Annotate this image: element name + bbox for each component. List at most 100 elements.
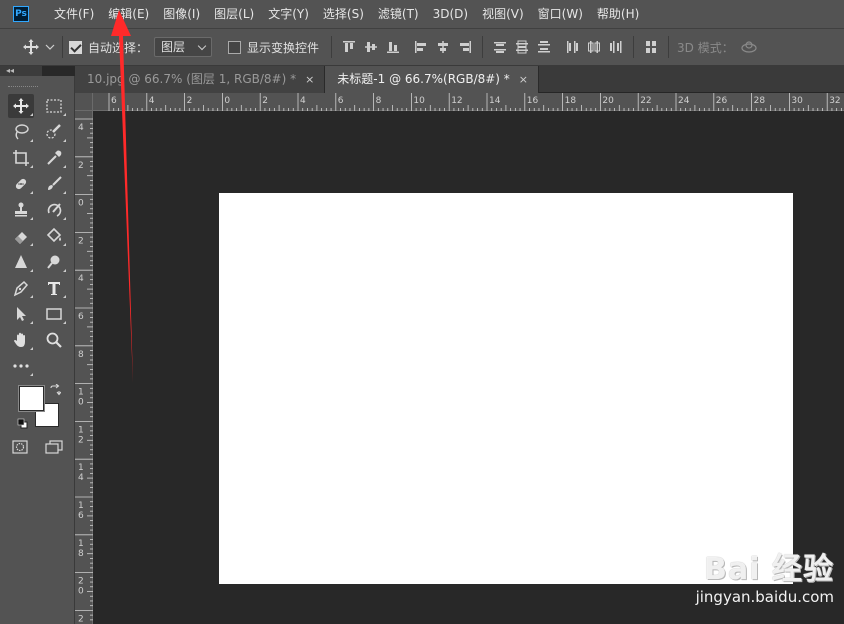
- document-canvas[interactable]: [219, 193, 793, 584]
- separator: [633, 36, 635, 58]
- 3d-orbit-icon[interactable]: [738, 36, 760, 58]
- hand-tool-icon[interactable]: [8, 328, 34, 352]
- healing-brush-tool-icon[interactable]: [8, 172, 34, 196]
- menu-3d[interactable]: 3D(D): [426, 0, 475, 28]
- separator: [62, 36, 63, 58]
- menu-image[interactable]: 图像(I): [156, 0, 207, 28]
- watermark-url: jingyan.baidu.com: [695, 588, 834, 606]
- ruler-label: 1: [78, 501, 84, 511]
- vertical-ruler[interactable]: 420246810121416182022: [75, 111, 93, 624]
- auto-select-checkbox[interactable]: [69, 40, 82, 54]
- ruler-origin[interactable]: [75, 93, 93, 111]
- ruler-label: 20: [602, 96, 614, 106]
- pen-tool-icon[interactable]: [8, 276, 34, 300]
- paint-bucket-tool-icon[interactable]: [41, 224, 67, 248]
- default-colors-icon[interactable]: [17, 418, 28, 429]
- marquee-tool-icon[interactable]: [41, 94, 67, 118]
- ruler-label: 4: [78, 123, 84, 133]
- toolbar-grip[interactable]: [8, 86, 38, 90]
- menu-bar: Ps 文件(F) 编辑(E) 图像(I) 图层(L) 文字(Y) 选择(S) 滤…: [0, 0, 844, 28]
- menu-window[interactable]: 窗口(W): [531, 0, 590, 28]
- close-icon[interactable]: ×: [519, 66, 528, 93]
- preset-dropdown-chevron-icon[interactable]: [44, 41, 56, 53]
- quick-mask-icon[interactable]: [11, 439, 29, 455]
- ruler-label: 1: [78, 539, 84, 549]
- show-transform-label: 显示变换控件: [247, 40, 320, 55]
- watermark-logo: Bai 经验: [704, 552, 834, 587]
- tab-document-10jpg[interactable]: 10.jpg @ 66.7% (图层 1, RGB/8#) * ×: [75, 66, 326, 93]
- ruler-label: 30: [791, 96, 803, 106]
- ruler-label: 0: [78, 587, 84, 597]
- distribute-bottom-icon[interactable]: [533, 36, 555, 58]
- ruler-label: 2: [187, 96, 193, 106]
- close-icon[interactable]: ×: [305, 66, 314, 93]
- move-tool-icon[interactable]: [8, 94, 34, 118]
- ruler-label: 8: [78, 350, 84, 360]
- align-right-icon[interactable]: [454, 36, 476, 58]
- path-selection-tool-icon[interactable]: [8, 302, 34, 326]
- horizontal-ruler[interactable]: 6 4 2 0 2 4 6 8 10 12 14 16 18 20 22 24 26 28 30 32: [93, 93, 844, 111]
- ruler-label: 18: [565, 96, 577, 106]
- distribute-left-icon[interactable]: [561, 36, 583, 58]
- distribute-vcenter-icon[interactable]: [511, 36, 533, 58]
- show-transform-checkbox[interactable]: [228, 40, 242, 54]
- distribute-right-icon[interactable]: [605, 36, 627, 58]
- ruler-label: 6: [78, 511, 84, 521]
- screen-mode-icon[interactable]: [44, 439, 64, 455]
- rectangle-tool-icon[interactable]: [41, 302, 67, 326]
- ruler-label: 8: [376, 96, 382, 106]
- ruler-label: 8: [78, 549, 84, 559]
- lasso-tool-icon[interactable]: [8, 120, 34, 144]
- more-tools-icon[interactable]: [8, 354, 34, 378]
- tab-document-untitled-1[interactable]: 未标题-1 @ 66.7%(RGB/8#) * ×: [325, 66, 540, 93]
- align-top-icon[interactable]: [338, 36, 360, 58]
- ruler-label: 32: [829, 96, 840, 106]
- tab-label: 10.jpg @ 66.7% (图层 1, RGB/8#) *: [87, 72, 297, 86]
- separator: [482, 36, 484, 58]
- clone-stamp-tool-icon[interactable]: [8, 198, 34, 222]
- align-bottom-icon[interactable]: [382, 36, 404, 58]
- ruler-label: 1: [78, 463, 84, 473]
- menu-select[interactable]: 选择(S): [316, 0, 371, 28]
- menu-layer[interactable]: 图层(L): [207, 0, 261, 28]
- history-brush-tool-icon[interactable]: [41, 198, 67, 222]
- foreground-color-swatch[interactable]: [19, 386, 44, 411]
- quick-selection-tool-icon[interactable]: [41, 120, 67, 144]
- menu-type[interactable]: 文字(Y): [261, 0, 316, 28]
- 3d-mode-label: 3D 模式：: [677, 40, 734, 55]
- ruler-label: 0: [78, 199, 84, 209]
- ruler-label: 4: [149, 96, 155, 106]
- brush-tool-icon[interactable]: [41, 172, 67, 196]
- dodge-tool-icon[interactable]: [41, 250, 67, 274]
- ruler-label: 0: [224, 96, 230, 106]
- toolbar-collapse-icon[interactable]: ◂◂: [0, 66, 42, 76]
- menu-help[interactable]: 帮助(H): [590, 0, 646, 28]
- distribute-hcenter-icon[interactable]: [583, 36, 605, 58]
- align-vcenter-icon[interactable]: [360, 36, 382, 58]
- separator: [668, 36, 670, 58]
- distribute-top-icon[interactable]: [489, 36, 511, 58]
- move-tool-preset-icon[interactable]: [20, 36, 42, 58]
- auto-select-target-dropdown[interactable]: 图层: [154, 37, 213, 57]
- crop-tool-icon[interactable]: [8, 146, 34, 170]
- eyedropper-tool-icon[interactable]: [41, 146, 67, 170]
- blur-tool-icon[interactable]: [8, 250, 34, 274]
- auto-align-layers-icon[interactable]: [640, 36, 662, 58]
- eraser-tool-icon[interactable]: [8, 224, 34, 248]
- align-left-icon[interactable]: [410, 36, 432, 58]
- ruler-label: 2: [262, 96, 268, 106]
- photoshop-logo-icon: Ps: [13, 6, 29, 22]
- type-tool-icon[interactable]: [41, 276, 67, 300]
- ruler-label: 4: [78, 473, 84, 483]
- zoom-tool-icon[interactable]: [41, 328, 67, 352]
- ruler-label: 14: [489, 96, 501, 106]
- swap-colors-icon[interactable]: [49, 383, 62, 396]
- align-hcenter-icon[interactable]: [432, 36, 454, 58]
- menu-edit[interactable]: 编辑(E): [101, 0, 156, 28]
- ruler-label: 2: [78, 577, 84, 587]
- ruler-label: 2: [78, 614, 84, 624]
- menu-filter[interactable]: 滤镜(T): [371, 0, 426, 28]
- menu-view[interactable]: 视图(V): [475, 0, 531, 28]
- options-bar: 自动选择： 图层 显示变换控件 3D 模式：: [0, 28, 844, 66]
- menu-file[interactable]: 文件(F): [47, 0, 101, 28]
